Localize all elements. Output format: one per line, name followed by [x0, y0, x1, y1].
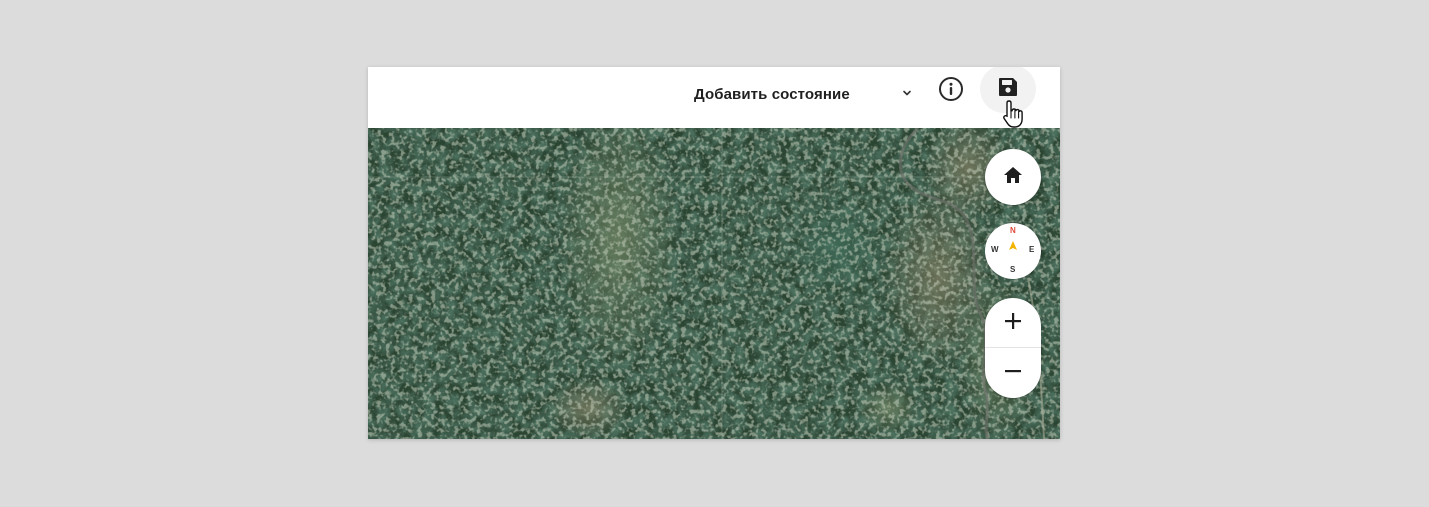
- map-toolbar: Добавить состояние: [368, 67, 1060, 128]
- zoom-controls: [985, 298, 1041, 398]
- info-circle-icon: [938, 76, 964, 107]
- zoom-in-button[interactable]: [985, 298, 1041, 348]
- zoom-out-button[interactable]: [985, 348, 1041, 398]
- satellite-map[interactable]: N W E S: [368, 128, 1060, 439]
- add-state-dropdown[interactable]: Добавить состояние: [684, 73, 914, 115]
- compass-needle-icon: [1009, 241, 1017, 250]
- info-button[interactable]: [936, 76, 966, 106]
- compass-button[interactable]: N W E S: [985, 223, 1041, 279]
- save-button[interactable]: [980, 67, 1036, 113]
- add-state-label: Добавить состояние: [694, 85, 850, 103]
- satellite-image: [368, 128, 1060, 439]
- home-icon: [1002, 165, 1024, 190]
- compass-south-label: S: [1010, 265, 1016, 274]
- minus-icon: [1004, 362, 1022, 385]
- compass-north-label: N: [1010, 226, 1016, 235]
- compass-east-label: E: [1029, 245, 1035, 254]
- compass-west-label: W: [991, 245, 999, 254]
- map-widget: Добавить состояние N W E S: [368, 67, 1060, 439]
- home-button[interactable]: [985, 149, 1041, 205]
- floppy-disk-icon: [997, 76, 1019, 103]
- plus-icon: [1004, 312, 1022, 335]
- chevron-down-icon: [900, 86, 914, 100]
